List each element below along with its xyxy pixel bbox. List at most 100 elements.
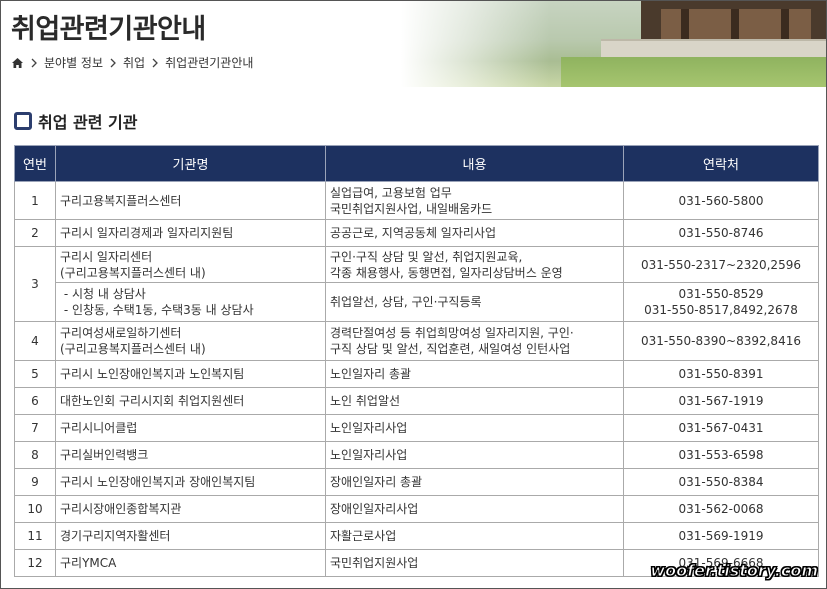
cell-tel: 031-550-8384 xyxy=(623,468,819,496)
chevron-right-icon xyxy=(152,58,159,67)
cell-desc: 노인일자리사업 xyxy=(325,441,624,469)
table-row: 2 구리시 일자리경제과 일자리지원팀 공공근로, 지역공동체 일자리사업 031-5… xyxy=(14,219,819,247)
chevron-right-icon xyxy=(110,58,116,67)
breadcrumb-item[interactable]: 분야별 정보 xyxy=(44,54,103,71)
cell-tel: 031-560-5800 xyxy=(623,181,819,220)
section-header: 취업 관련 기관 xyxy=(14,109,137,133)
cell-tel-line: 031-567-0431 xyxy=(678,421,764,435)
table-row: 6 대한노인회 구리시지회 취업지원센터 노인 취업알선 031-567-1919 xyxy=(14,387,819,415)
cell-no: 9 xyxy=(14,468,56,496)
cell-desc: 경력단절여성 등 취업희망여성 일자리지원, 구인· 구직 상담 및 알선, 직업… xyxy=(325,321,624,361)
cell-org-line: - 인창동, 수택1동, 수택3동 내 상담사 xyxy=(60,303,254,317)
table-row: 3 구리시 일자리센터 (구리고용복지플러스센터 내) 구인·구직 상담 및 알선, … xyxy=(14,246,819,322)
breadcrumb-item[interactable]: 취업 xyxy=(123,54,145,71)
cell-desc: 장애인일자리사업 xyxy=(325,495,624,523)
header-banner: 취업관련기관안내 분야별 정보 취업 취업관련기관안내 xyxy=(1,1,826,87)
cell-org: 구리고용복지플러스센터 xyxy=(55,181,326,220)
cell-tel: 031-550-8746 xyxy=(623,219,819,247)
cell-desc-line: 국민취업지원사업 xyxy=(330,556,419,570)
cell-desc-line: 장애인일자리사업 xyxy=(330,502,419,516)
cell-tel: 031-567-1919 xyxy=(623,387,819,415)
cell-desc-line: 실업급여, 고용보험 업무 xyxy=(330,185,452,200)
column-header-org: 기관명 xyxy=(55,145,326,182)
table-row: 9 구리시 노인장애인복지과 장애인복지팀 장애인일자리 총괄 031-550-838… xyxy=(14,468,819,496)
table-row: 10 구리시장애인종합복지관 장애인일자리사업 031-562-0068 xyxy=(14,495,819,523)
cell-desc-line: 자활근로사업 xyxy=(330,529,397,543)
cell-desc: 노인일자리 총괄 xyxy=(325,360,624,388)
cell-org-line: (구리고용복지플러스센터 내) xyxy=(60,265,206,280)
cell-tel-line: 031-553-6598 xyxy=(678,448,764,462)
cell-desc: 노인 취업알선 xyxy=(325,387,624,415)
cell-org-line: 대한노인회 구리시지회 취업지원센터 xyxy=(60,394,245,408)
cell-desc: 국민취업지원사업 xyxy=(325,549,624,577)
cell-desc: 자활근로사업 xyxy=(325,522,624,550)
cell-org-line: - 시청 내 상담사 xyxy=(60,287,146,301)
cell-no: 8 xyxy=(14,441,56,469)
cell-no: 4 xyxy=(14,321,56,361)
banner-pavilion-column xyxy=(681,9,689,39)
cell-org: 경기구리지역자활센터 xyxy=(55,522,326,550)
cell-no: 5 xyxy=(14,360,56,388)
cell-tel-line: 031-550-8529 xyxy=(678,287,764,301)
column-header-tel: 연락처 xyxy=(623,145,819,182)
cell-desc: 실업급여, 고용보험 업무 국민취업지원사업, 내일배움카드 xyxy=(325,181,624,220)
cell-desc-line: 구직 상담 및 알선, 직업훈련, 새일여성 인턴사업 xyxy=(330,342,571,356)
column-header-no: 연번 xyxy=(14,145,56,182)
cell-no: 2 xyxy=(14,219,56,247)
cell-tel-line: 031-550-8391 xyxy=(678,367,764,381)
cell-org-line: 경기구리지역자활센터 xyxy=(60,529,171,543)
cell-desc-line: 취업알선, 상담, 구인·구직등록 xyxy=(330,295,482,309)
cell-desc-line: 노인일자리 총괄 xyxy=(330,367,412,381)
cell-org: 구리시 노인장애인복지과 노인복지팀 xyxy=(55,360,326,388)
table-row: 4 구리여성새로일하기센터 (구리고용복지플러스센터 내) 경력단절여성 등 취업희망… xyxy=(14,321,819,361)
table-row: - 시청 내 상담사 - 인창동, 수택1동, 수택3동 내 상담사 취업알선, … xyxy=(15,282,819,322)
cell-tel: 031-562-0068 xyxy=(623,495,819,523)
cell-org-line: 구리시 노인장애인복지과 장애인복지팀 xyxy=(60,475,256,489)
cell-desc-line: 공공근로, 지역공동체 일자리사업 xyxy=(330,226,497,240)
banner-pavilion-column xyxy=(731,9,739,39)
cell-org-line: 구리YMCA xyxy=(60,556,117,570)
cell-org-line: (구리고용복지플러스센터 내) xyxy=(60,342,206,356)
cell-no: 11 xyxy=(14,522,56,550)
cell-tel: 031-550-2317~2320,2596 xyxy=(623,246,819,283)
table-row: 11 경기구리지역자활센터 자활근로사업 031-569-1919 xyxy=(14,522,819,550)
cell-org: 구리시 일자리경제과 일자리지원팀 xyxy=(55,219,326,247)
cell-desc-line: 노인일자리사업 xyxy=(330,421,408,435)
cell-org: 구리실버인력뱅크 xyxy=(55,441,326,469)
cell-org-line: 구리시 일자리센터 xyxy=(60,249,153,264)
column-header-desc: 내용 xyxy=(325,145,624,182)
cell-org: 구리시장애인종합복지관 xyxy=(55,495,326,523)
cell-org-line: 구리실버인력뱅크 xyxy=(60,448,149,462)
cell-desc-line: 경력단절여성 등 취업희망여성 일자리지원, 구인· xyxy=(330,326,574,340)
cell-desc-line: 각종 채용행사, 동행면접, 일자리상담버스 운영 xyxy=(330,265,563,280)
cell-tel: 031-550-8390~8392,8416 xyxy=(623,321,819,361)
table-row: 7 구리시니어클럽 노인일자리사업 031-567-0431 xyxy=(14,414,819,442)
cell-org-line: 구리시니어클럽 xyxy=(60,421,138,435)
cell-desc-line: 노인 취업알선 xyxy=(330,394,401,408)
cell-org-line: 구리여성새로일하기센터 xyxy=(60,326,182,340)
cell-tel: 031-567-0431 xyxy=(623,414,819,442)
cell-tel-line: 031-562-0068 xyxy=(678,502,764,516)
cell-no: 3 xyxy=(14,246,56,322)
cell-tel-line: 031-550-8390~8392,8416 xyxy=(641,334,801,348)
cell-org: 구리여성새로일하기센터 (구리고용복지플러스센터 내) xyxy=(55,321,326,361)
breadcrumb-item-current: 취업관련기관안내 xyxy=(165,56,254,70)
cell-tel-line: 031-560-5800 xyxy=(678,193,764,208)
cell-desc: 취업알선, 상담, 구인·구직등록 xyxy=(325,282,624,322)
chevron-right-icon xyxy=(31,58,37,67)
cell-tel-line: 031-569-1919 xyxy=(678,529,764,543)
table-body: 1 구리고용복지플러스센터 실업급여, 고용보험 업무 국민취업지원사업, 내일배움카… xyxy=(14,181,819,577)
table-header-row: 연번 기관명 내용 연락처 xyxy=(14,145,819,182)
cell-org-line: 구리시 노인장애인복지과 노인복지팀 xyxy=(60,367,245,381)
cell-desc: 장애인일자리 총괄 xyxy=(325,468,624,496)
cell-desc-line: 장애인일자리 총괄 xyxy=(330,475,423,489)
cell-tel: 031-553-6598 xyxy=(623,441,819,469)
home-icon[interactable] xyxy=(11,57,24,69)
cell-org: 구리시 노인장애인복지과 장애인복지팀 xyxy=(55,468,326,496)
cell-tel: 031-550-8391 xyxy=(623,360,819,388)
cell-org: 구리YMCA xyxy=(55,549,326,577)
cell-org: 대한노인회 구리시지회 취업지원센터 xyxy=(55,387,326,415)
cell-desc-line: 노인일자리사업 xyxy=(330,448,408,462)
cell-desc-line: 구인·구직 상담 및 알선, 취업지원교육, xyxy=(330,249,523,264)
cell-tel: 031-569-1919 xyxy=(623,522,819,550)
